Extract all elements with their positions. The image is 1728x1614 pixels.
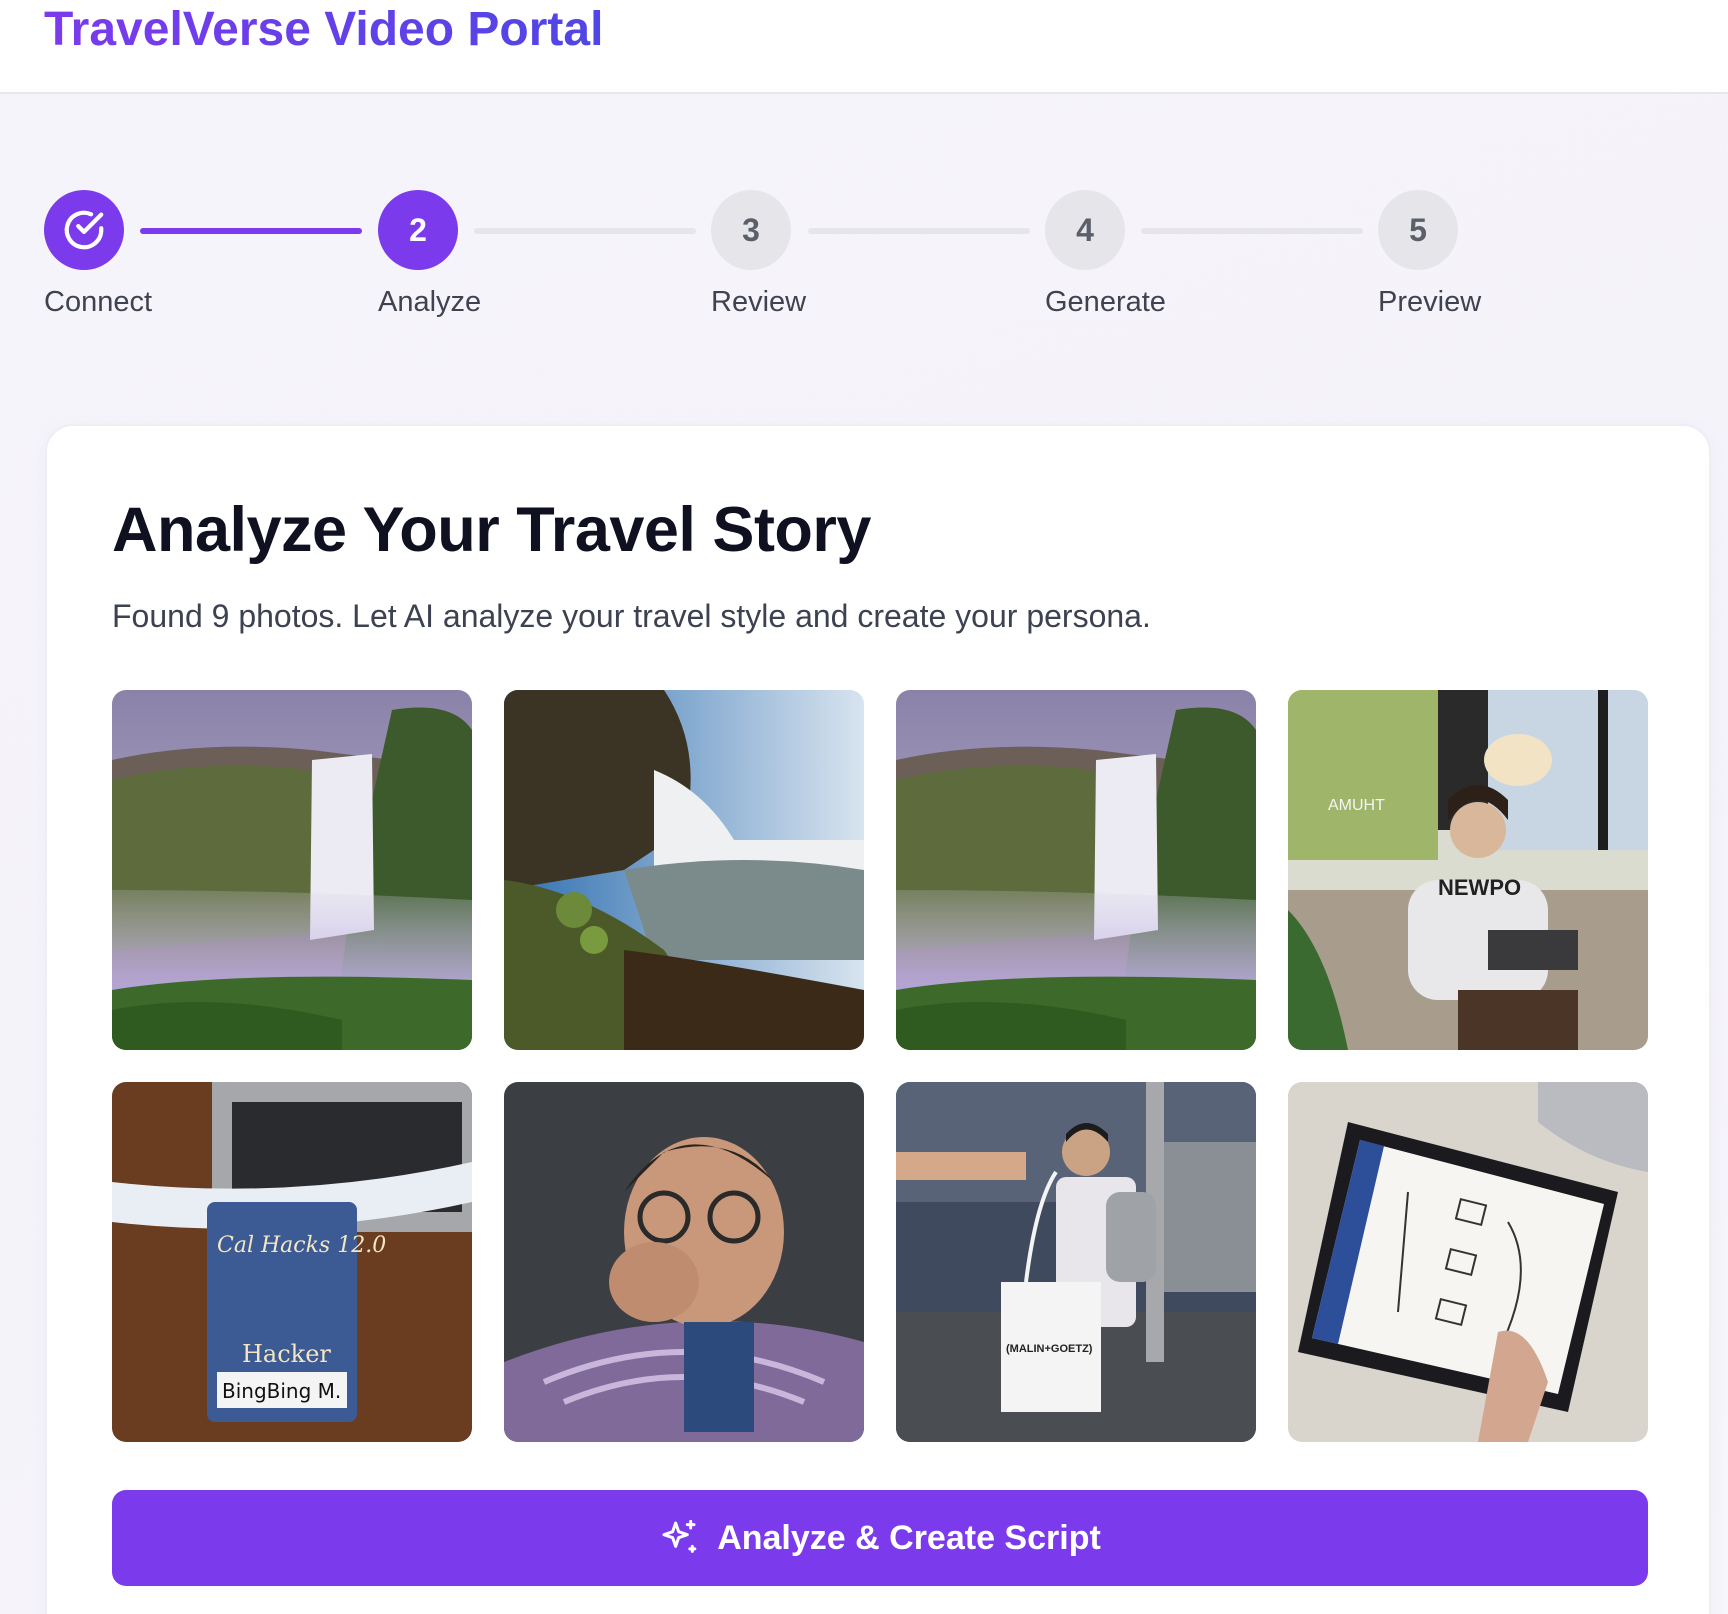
badge-name-text: BingBing M. [222,1379,341,1403]
person-shopping-image: (MALIN+GOETZ) [896,1082,1256,1442]
card-title: Analyze Your Travel Story [112,495,871,565]
step-label-connect: Connect [44,286,153,318]
step-connect[interactable]: Connect [44,190,152,318]
photo-waterfall-3[interactable] [896,690,1256,1050]
analyze-create-script-button[interactable]: Analyze & Create Script [112,1490,1648,1586]
progress-stepper: Connect 2 Analyze 3 Review 4 Generate 5 … [0,0,1728,340]
photo-portrait[interactable] [504,1082,864,1442]
step-connector-1 [140,228,362,234]
photo-tablet-notes[interactable] [1288,1082,1648,1442]
step-review[interactable]: 3 Review [711,190,806,318]
waterfall-river-image [504,690,864,1050]
photo-cafe-laptop[interactable]: AMUHT NEWPO [1288,690,1648,1050]
cta-label: Analyze & Create Script [717,1518,1101,1557]
step-label-review: Review [711,286,807,318]
person-laptop-image: AMUHT NEWPO [1288,690,1648,1050]
step-circle-analyze: 2 [378,190,458,270]
card-subtitle: Found 9 photos. Let AI analyze your trav… [112,598,1151,634]
badge-role-text: Hacker [242,1340,331,1368]
photo-waterfall-1[interactable] [112,690,472,1050]
step-circle-preview: 5 [1378,190,1458,270]
check-circle-icon [64,210,104,250]
step-connector-2 [474,228,696,234]
badge-event-text: Cal Hacks 12.0 [217,1233,386,1258]
person-thinking-image [504,1082,864,1442]
step-circle-review: 3 [711,190,791,270]
photo-street-bag[interactable]: (MALIN+GOETZ) [896,1082,1256,1442]
tablet-notes-image [1288,1082,1648,1442]
step-generate[interactable]: 4 Generate [1045,190,1166,318]
step-label-preview: Preview [1378,286,1482,318]
step-preview[interactable]: 5 Preview [1378,190,1481,318]
waterfall-image [896,690,1256,1050]
badge-image: Cal Hacks 12.0 Hacker BingBing M. [112,1082,472,1442]
shirt-text: NEWPO [1438,875,1521,900]
analyze-card: Analyze Your Travel Story Found 9 photos… [45,424,1711,1614]
photo-hackathon-badge[interactable]: Cal Hacks 12.0 Hacker BingBing M. [112,1082,472,1442]
sparkles-icon [659,1518,699,1558]
step-label-generate: Generate [1045,286,1166,318]
step-connector-4 [1141,228,1363,234]
photo-waterfall-2[interactable] [504,690,864,1050]
step-label-analyze: Analyze [378,286,482,318]
waterfall-image [112,690,472,1050]
step-circle-connect [44,190,124,270]
bag-brand-text: (MALIN+GOETZ) [1006,1343,1093,1355]
step-circle-generate: 4 [1045,190,1125,270]
photo-grid: AMUHT NEWPO Cal Hacks 12.0 Hacker BingBi… [112,690,1648,1442]
cafe-sign-text: AMUHT [1328,797,1385,814]
step-analyze[interactable]: 2 Analyze [378,190,481,318]
step-connector-3 [808,228,1030,234]
